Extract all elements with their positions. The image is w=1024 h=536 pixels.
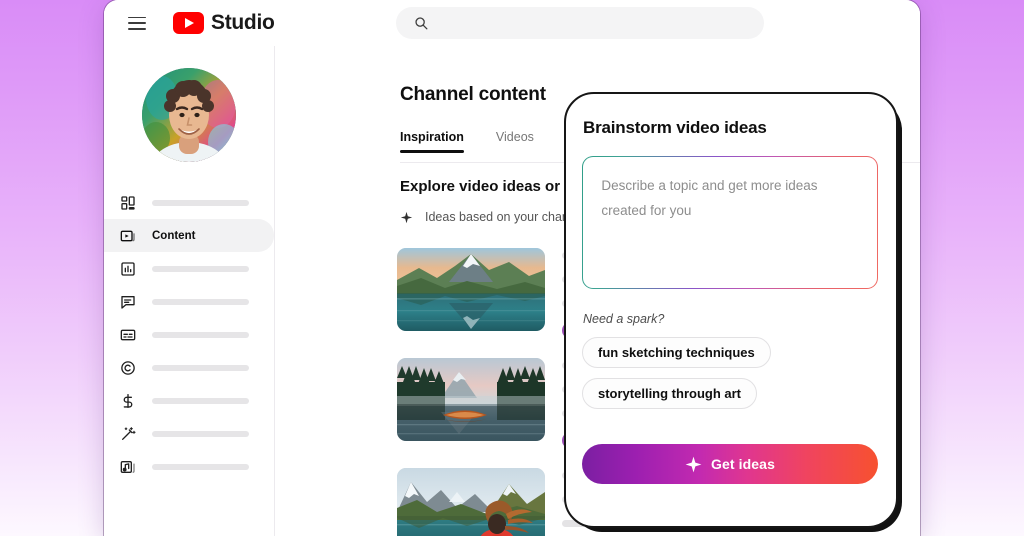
earn-dollar-icon bbox=[120, 393, 136, 409]
sparkle-icon bbox=[685, 456, 702, 473]
subtitles-icon bbox=[120, 327, 136, 343]
sidebar-item-earn[interactable] bbox=[104, 384, 274, 417]
modal-title: Brainstorm video ideas bbox=[583, 118, 767, 138]
avatar[interactable] bbox=[142, 68, 236, 162]
red-jacket-mountain-lake-thumbnail[interactable] bbox=[397, 468, 545, 536]
sidebar-item-audio-library[interactable] bbox=[104, 450, 274, 483]
sidebar-item-comments[interactable] bbox=[104, 285, 274, 318]
copyright-icon bbox=[120, 360, 136, 376]
ideas-label: Ideas based on your channel bbox=[425, 210, 586, 224]
search-input[interactable] bbox=[436, 15, 764, 31]
sidebar-item-dashboard[interactable] bbox=[104, 186, 274, 219]
canoe-misty-forest-lake-thumbnail[interactable] bbox=[397, 358, 545, 441]
need-a-spark-label: Need a spark? bbox=[583, 312, 664, 326]
sidebar-item-label bbox=[152, 464, 249, 470]
sidebar-nav: Content bbox=[104, 186, 274, 483]
sidebar: Content bbox=[104, 46, 275, 536]
analytics-bar-icon bbox=[120, 261, 136, 277]
dashboard-grid-icon bbox=[120, 195, 136, 211]
chip-fun-sketching-techniques[interactable]: fun sketching techniques bbox=[582, 337, 771, 368]
hamburger-menu-icon[interactable] bbox=[128, 17, 146, 30]
sidebar-item-label: Content bbox=[152, 230, 195, 242]
sidebar-item-label bbox=[152, 332, 249, 338]
audio-library-icon bbox=[120, 459, 136, 475]
sidebar-item-content[interactable]: Content bbox=[104, 219, 274, 252]
chip-storytelling-through-art[interactable]: storytelling through art bbox=[582, 378, 757, 409]
get-ideas-label: Get ideas bbox=[711, 456, 775, 472]
customization-wand-icon bbox=[120, 426, 136, 442]
brainstorm-modal: Brainstorm video ideas Need a spark? fun… bbox=[564, 92, 898, 528]
page-title: Channel content bbox=[400, 84, 546, 106]
ideas-based-on-channel-row: Ideas based on your channel bbox=[400, 210, 586, 224]
search-bar[interactable] bbox=[396, 7, 764, 39]
sidebar-item-copyright[interactable] bbox=[104, 351, 274, 384]
sparkle-icon bbox=[400, 211, 413, 224]
brand-text: Studio bbox=[211, 11, 275, 35]
sidebar-item-analytics[interactable] bbox=[104, 252, 274, 285]
sidebar-item-label bbox=[152, 398, 249, 404]
search-icon bbox=[414, 16, 428, 30]
prompt-textarea[interactable] bbox=[599, 172, 864, 276]
matterhorn-lake-sunset-thumbnail[interactable] bbox=[397, 248, 545, 331]
sidebar-item-customization[interactable] bbox=[104, 417, 274, 450]
youtube-logo-icon bbox=[173, 12, 204, 34]
prompt-field-gradient-border bbox=[582, 156, 878, 289]
sidebar-item-label bbox=[152, 200, 249, 206]
comments-bubble-icon bbox=[120, 294, 136, 310]
tab-inspiration[interactable]: Inspiration bbox=[400, 130, 464, 153]
sidebar-item-label bbox=[152, 365, 249, 371]
tab-videos[interactable]: Videos bbox=[496, 130, 534, 153]
screenshot-stage: Studio bbox=[0, 0, 1024, 536]
sidebar-item-label bbox=[152, 299, 249, 305]
sidebar-item-label bbox=[152, 266, 249, 272]
video-content-icon bbox=[120, 228, 136, 244]
brand-logo[interactable]: Studio bbox=[173, 11, 275, 35]
sidebar-item-label bbox=[152, 431, 249, 437]
sidebar-item-subtitles[interactable] bbox=[104, 318, 274, 351]
top-bar: Studio bbox=[104, 0, 920, 47]
suggestion-chips: fun sketching techniques storytelling th… bbox=[582, 337, 771, 409]
get-ideas-button[interactable]: Get ideas bbox=[582, 444, 878, 484]
